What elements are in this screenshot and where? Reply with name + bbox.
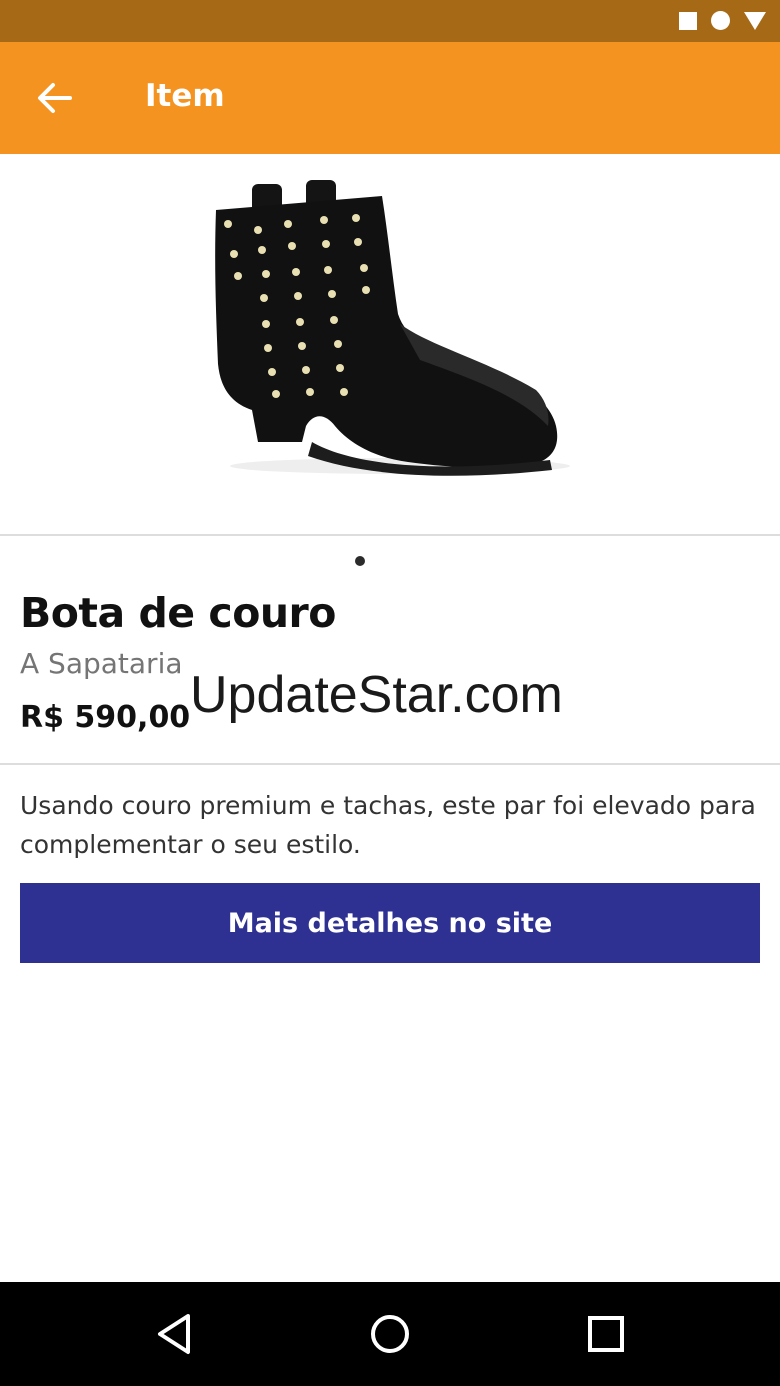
circle-icon: [711, 11, 730, 30]
triangle-icon: [744, 11, 766, 30]
product-description: Usando couro premium e tachas, este par …: [20, 791, 756, 859]
watermark: UpdateStar.com: [190, 666, 563, 724]
divider: [0, 534, 780, 536]
nav-home-button[interactable]: [360, 1304, 420, 1364]
nav-back-button[interactable]: [144, 1304, 204, 1364]
home-circle-icon: [371, 1315, 409, 1353]
product-image-carousel[interactable]: [0, 154, 780, 534]
square-icon: [679, 11, 697, 30]
more-details-button[interactable]: Mais detalhes no site: [20, 883, 760, 963]
boot-image: [215, 180, 570, 476]
navigation-bar: [0, 1282, 780, 1386]
app-bar: Item: [0, 42, 780, 154]
status-bar: [0, 0, 780, 42]
status-icons: [679, 11, 766, 30]
product-brand: A Sapataria: [20, 647, 183, 680]
back-button[interactable]: [28, 72, 80, 124]
page-title: Item: [145, 78, 225, 114]
nav-recents-button[interactable]: [576, 1304, 636, 1364]
carousel-page-dot: [355, 556, 365, 566]
back-triangle-icon: [158, 1314, 190, 1354]
arrow-left-icon: [38, 83, 72, 113]
product-name: Bota de couro: [20, 589, 336, 637]
divider: [0, 763, 780, 765]
product-price: R$ 590,00: [20, 700, 191, 735]
recents-square-icon: [588, 1316, 624, 1352]
